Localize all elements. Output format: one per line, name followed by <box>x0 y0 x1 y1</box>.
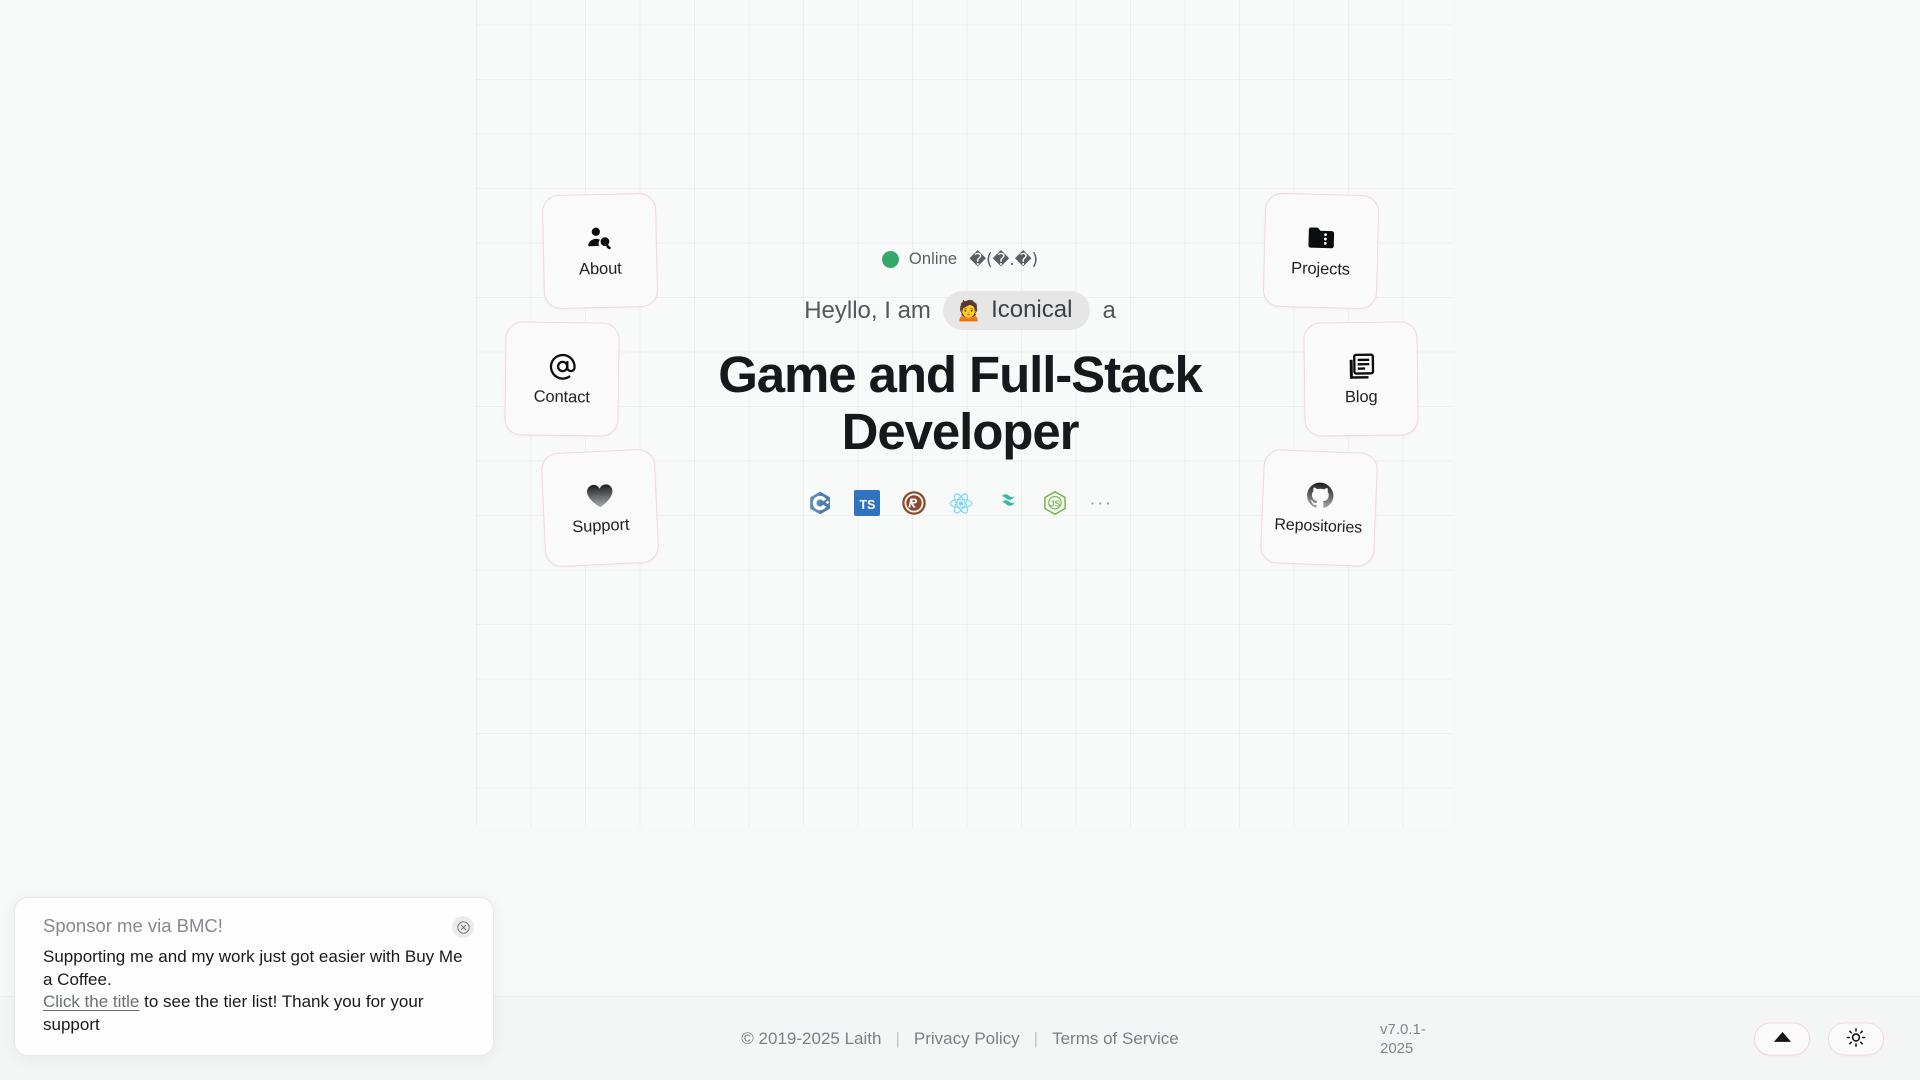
status-indicator: Online �(�.�) <box>881 250 1039 269</box>
user-search-icon <box>584 223 615 254</box>
react-icon[interactable] <box>948 490 974 516</box>
greeting-suffix: a <box>1102 296 1116 324</box>
hero-section: Online �(�.�) Heyllo, I am 🙍 Iconical a … <box>0 0 1920 1010</box>
nav-card-label: Support <box>571 515 630 537</box>
toast-body-line1: Supporting me and my work just got easie… <box>43 947 463 989</box>
nav-card-label: About <box>578 259 622 279</box>
typescript-icon[interactable]: TS <box>854 490 881 517</box>
tech-stack-row: TS JS ··· <box>807 490 1112 517</box>
nav-card-label: Contact <box>533 387 590 407</box>
status-kaomoji: �(�.�) <box>969 250 1039 269</box>
terms-of-service-link[interactable]: Terms of Service <box>1052 1029 1179 1049</box>
nav-card-projects[interactable]: Projects <box>1262 192 1380 310</box>
nav-card-label: Blog <box>1344 387 1378 407</box>
status-dot-online <box>881 251 899 268</box>
scroll-to-top-button[interactable] <box>1754 1022 1810 1055</box>
hero-center-column: Online �(�.�) Heyllo, I am 🙍 Iconical a … <box>640 250 1280 517</box>
svg-text:TS: TS <box>860 498 876 512</box>
status-label: Online <box>908 250 958 268</box>
rust-icon[interactable] <box>901 490 927 516</box>
greeting-prefix: Heyllo, I am <box>804 296 931 324</box>
nav-card-about[interactable]: About <box>541 192 659 310</box>
footer-separator: | <box>895 1028 900 1048</box>
footer-separator: | <box>1033 1028 1039 1048</box>
newspaper-icon <box>1346 351 1376 381</box>
cplusplus-icon[interactable] <box>807 490 833 516</box>
nav-card-label: Projects <box>1290 259 1351 279</box>
folder-kanban-icon <box>1306 223 1337 254</box>
footer-links: © 2019-2025 Laith | Privacy Policy | Ter… <box>741 1029 1178 1049</box>
version-label: v7.0.1-2025 <box>1380 1020 1426 1057</box>
nav-card-blog[interactable]: Blog <box>1303 321 1419 437</box>
nav-card-support[interactable]: Support <box>540 448 660 568</box>
sponsor-toast: Sponsor me via BMC! Supporting me and my… <box>14 897 494 1056</box>
theme-toggle-button[interactable] <box>1828 1022 1884 1055</box>
privacy-policy-link[interactable]: Privacy Policy <box>914 1029 1020 1049</box>
footer-copyright: © 2019-2025 Laith <box>741 1028 882 1048</box>
tier-list-link[interactable]: Click the title <box>43 992 139 1011</box>
at-sign-icon <box>547 351 577 381</box>
page-root: Online �(�.�) Heyllo, I am 🙍 Iconical a … <box>0 0 1920 1080</box>
nav-card-contact[interactable]: Contact <box>504 321 620 437</box>
avatar-emoji-icon: 🙍 <box>955 297 983 322</box>
sun-icon <box>1846 1027 1866 1050</box>
tailwindcss-icon[interactable] <box>995 490 1021 516</box>
nodejs-icon[interactable]: JS <box>1042 490 1068 516</box>
nav-card-repositories[interactable]: Repositories <box>1259 448 1379 568</box>
toast-title[interactable]: Sponsor me via BMC! <box>43 915 471 937</box>
tech-more-ellipsis[interactable]: ··· <box>1089 493 1112 513</box>
heart-icon <box>584 479 615 510</box>
svg-text:JS: JS <box>1050 499 1061 509</box>
page-title: Game and Full-Stack Developer <box>718 346 1203 461</box>
github-icon <box>1304 480 1335 511</box>
chevron-up-icon <box>1773 1031 1792 1047</box>
nav-card-label: Repositories <box>1274 515 1363 537</box>
toast-body: Supporting me and my work just got easie… <box>43 946 471 1036</box>
greeting-line: Heyllo, I am 🙍 Iconical a <box>804 291 1116 330</box>
toast-body-line2: Click the title to see the tier list! Th… <box>43 991 471 1036</box>
name-chip[interactable]: 🙍 Iconical <box>942 291 1091 330</box>
floating-action-buttons <box>1754 1022 1884 1055</box>
name-label: Iconical <box>991 296 1073 323</box>
